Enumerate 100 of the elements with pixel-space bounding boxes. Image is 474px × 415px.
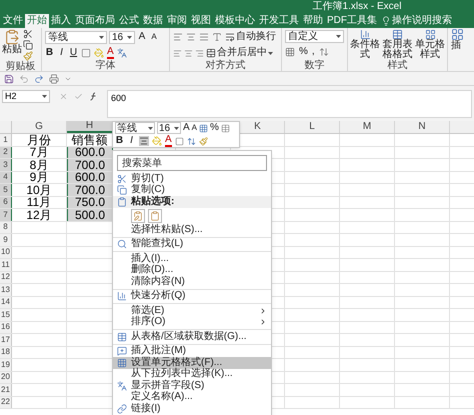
menu-item[interactable]: 选择性粘贴(S)... xyxy=(113,224,271,236)
ribbon-tab[interactable]: 插入 xyxy=(49,14,73,28)
menu-item[interactable]: 定义名称(A)... xyxy=(113,392,271,403)
ribbon-tab[interactable]: 帮助 xyxy=(301,14,325,28)
column-header[interactable]: G xyxy=(35,122,43,132)
table-cell: 700.0 xyxy=(67,184,113,196)
currency-icon xyxy=(199,124,208,132)
row-number[interactable]: 15 xyxy=(1,310,10,319)
ribbon-tab[interactable]: PDF工具集 xyxy=(325,14,379,28)
grow-font-button[interactable]: A xyxy=(183,123,190,133)
ribbon-tab[interactable]: 公式 xyxy=(117,14,141,28)
name-box[interactable]: H2 xyxy=(2,90,50,103)
menu-item[interactable]: 剪切(T) xyxy=(113,173,271,184)
chart-icon xyxy=(360,29,370,40)
row-number[interactable]: 18 xyxy=(1,348,10,356)
menu-item[interactable]: 设置单元格格式(F)... xyxy=(113,357,271,368)
tell-me-search[interactable]: 操作说明搜索 xyxy=(392,16,452,26)
row-number[interactable]: 13 xyxy=(1,286,10,294)
menu-item[interactable]: 显示拼音字段(S) xyxy=(113,380,271,392)
menu-item[interactable]: 清除内容(N) xyxy=(113,276,271,288)
menu-item[interactable]: 插入(I)... xyxy=(113,253,271,264)
bold-button[interactable]: B xyxy=(45,48,54,58)
menu-item[interactable]: 从下拉列表中选择(K)... xyxy=(113,368,271,380)
menu-item[interactable]: 从表格/区域获取数据(G)... xyxy=(113,331,271,342)
menu-item[interactable]: 筛选(E) xyxy=(113,305,271,316)
font-size-field[interactable]: 16 xyxy=(109,30,135,44)
bold-button[interactable]: B xyxy=(115,136,124,146)
shrink-font-button[interactable]: A xyxy=(149,33,159,41)
copy-icon xyxy=(117,185,127,196)
format-icon xyxy=(220,124,230,132)
center-button[interactable] xyxy=(139,136,149,146)
magnifier-icon xyxy=(117,239,127,250)
font-color-button[interactable]: A xyxy=(107,47,114,59)
column-header[interactable]: L xyxy=(309,122,315,132)
fill-color-icon xyxy=(152,136,162,146)
caret-icon xyxy=(127,36,132,38)
cut-button[interactable] xyxy=(23,29,33,39)
ribbon-tab[interactable]: 开始 xyxy=(25,14,49,28)
paste-button[interactable] xyxy=(131,209,145,223)
row-number[interactable]: 17 xyxy=(1,336,10,344)
row-number[interactable]: 10 xyxy=(1,248,10,256)
ribbon-tab[interactable]: 审阅 xyxy=(165,14,189,28)
column-header[interactable]: M xyxy=(362,122,372,132)
number-format-field[interactable]: 自定义 xyxy=(285,30,344,43)
percent-button[interactable]: % xyxy=(210,123,219,133)
ribbon-tab[interactable]: 数据 xyxy=(141,14,165,28)
formula-bar[interactable]: 600 xyxy=(107,90,472,118)
shrink-font-button[interactable]: A xyxy=(192,124,198,132)
enter-icon xyxy=(74,92,83,101)
group-label: 字体 xyxy=(94,60,116,71)
menu-item[interactable]: 快速分析(Q) xyxy=(113,290,271,302)
column-header[interactable]: N xyxy=(418,122,426,132)
ribbon-tab[interactable]: 视图 xyxy=(189,14,213,28)
column-header[interactable]: H xyxy=(86,121,94,131)
row-number[interactable]: 19 xyxy=(1,360,10,369)
row-number[interactable]: 14 xyxy=(1,298,10,306)
table-icon xyxy=(392,29,403,40)
paste-values-button[interactable] xyxy=(148,209,162,223)
row-number[interactable]: 21 xyxy=(1,386,10,394)
fill-color-icon xyxy=(94,48,104,58)
copy-button[interactable] xyxy=(23,40,33,50)
insert-button[interactable]: 插 xyxy=(451,41,461,51)
ribbon-tab[interactable]: 页面布局 xyxy=(73,14,117,28)
underline-button[interactable]: U xyxy=(69,48,78,58)
font-field[interactable]: 等线 xyxy=(45,30,107,44)
menu-item[interactable]: 删除(D)... xyxy=(113,264,271,276)
style-button[interactable]: 单元格样式 xyxy=(414,29,446,60)
row-number[interactable]: 22 xyxy=(1,398,10,406)
ribbon-tab[interactable]: 文件 xyxy=(1,14,25,28)
grow-font-button[interactable]: A xyxy=(137,32,147,42)
menu-item[interactable]: 链接(I) xyxy=(113,403,271,414)
percent-button[interactable]: % xyxy=(299,47,308,57)
style-button[interactable]: 条件格式 xyxy=(349,29,381,60)
ribbon-tab[interactable]: 模板中心 xyxy=(213,14,257,28)
paste-button[interactable]: 粘贴 xyxy=(2,29,22,55)
search-field[interactable]: 搜索菜单 xyxy=(117,155,267,171)
row-number[interactable]: 12 xyxy=(1,273,10,282)
currency-icon xyxy=(285,47,295,57)
menu-item[interactable]: 复制(C) xyxy=(113,184,271,196)
merge-center-button[interactable]: 合并后居中 xyxy=(206,48,273,58)
align-top-icon xyxy=(173,32,183,42)
column-header[interactable]: K xyxy=(254,122,261,132)
align-left-icon xyxy=(173,48,182,58)
undo-icon xyxy=(19,74,29,84)
italic-button[interactable]: I xyxy=(127,136,136,146)
row-number[interactable]: 11 xyxy=(1,260,10,269)
comma-button[interactable]: , xyxy=(312,47,315,57)
row-number[interactable]: 16 xyxy=(1,323,10,332)
style-button[interactable]: 套用表格格式 xyxy=(382,29,414,60)
font-size-field[interactable]: 16 xyxy=(157,122,181,134)
menu-item[interactable]: 排序(O) xyxy=(113,316,271,328)
ribbon-tab[interactable]: 开发工具 xyxy=(257,14,301,28)
wrap-text-button[interactable]: 自动换行 xyxy=(225,32,276,42)
menu-item[interactable]: 插入批注(M) xyxy=(113,346,271,357)
italic-button[interactable]: I xyxy=(57,48,66,58)
font-field[interactable]: 等线 xyxy=(115,122,155,134)
row-number[interactable]: 20 xyxy=(1,373,10,382)
menu-item[interactable]: 智能查找(L) xyxy=(113,238,271,250)
border-icon xyxy=(81,48,91,58)
font-color-button[interactable]: A xyxy=(165,135,172,147)
